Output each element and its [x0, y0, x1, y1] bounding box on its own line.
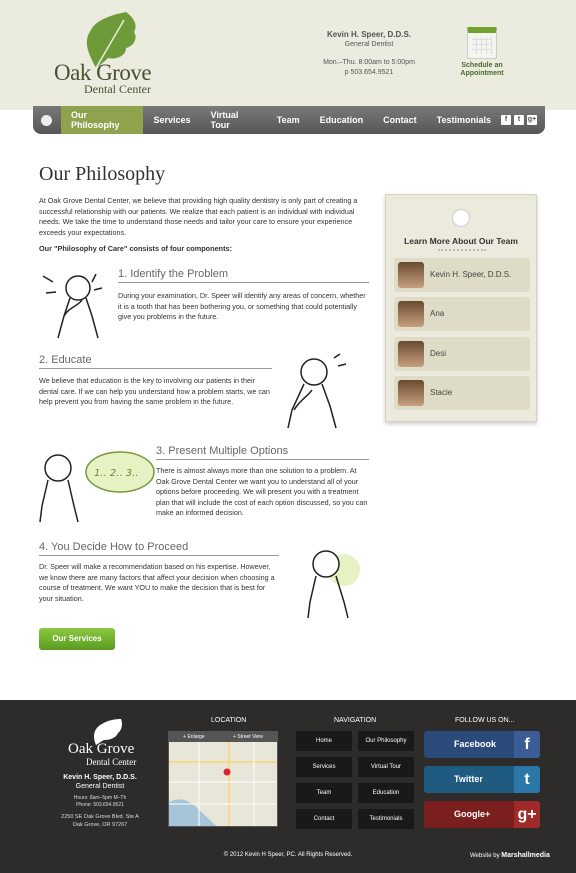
footer-logo-text[interactable]: Oak Grove	[68, 741, 134, 758]
section-3-text: There is almost always more than one sol…	[156, 466, 368, 517]
footer-nav-services[interactable]: Services	[296, 757, 352, 777]
speaking-man-illustration: 1.. 2.. 3..	[39, 451, 155, 523]
footer-nav-our-philosophy[interactable]: Our Philosophy	[358, 731, 414, 751]
nav-social-links: f t g+	[501, 115, 537, 125]
footer-doctor-title: General Dentist	[75, 783, 125, 790]
footer-doctor: Kevin H. Speer, D.D.S. General Dentist	[50, 773, 150, 791]
nav-our-philosophy[interactable]: Our Philosophy	[60, 106, 144, 134]
website-by-label: Website by	[470, 853, 500, 859]
team-member-name: Kevin H. Speer, D.D.S.	[430, 270, 512, 279]
map-street-view-link[interactable]: + Street View	[233, 734, 263, 740]
follow-heading: FOLLOW US ON...	[455, 717, 515, 724]
divider	[438, 249, 486, 251]
components-heading: Our "Philosophy of Care" consists of fou…	[39, 244, 233, 253]
team-member-name: Desi	[430, 349, 447, 358]
map-pin-icon	[223, 768, 231, 776]
doctor-title: General Dentist	[344, 41, 394, 48]
team-member-name: Stacie	[430, 388, 453, 397]
section-4-text: Dr. Speer will make a recommendation bas…	[39, 562, 275, 603]
avatar	[398, 380, 424, 406]
location-heading: LOCATION	[211, 717, 247, 724]
section-2-text: We believe that education is the key to …	[39, 376, 270, 406]
nav-testimonials[interactable]: Testimonials	[427, 106, 501, 134]
twitter-icon[interactable]: t	[514, 115, 524, 125]
footer-address-line1: 2250 SE Oak Grove Blvd. Ste A	[61, 814, 139, 820]
section-4-heading: 4. You Decide How to Proceed	[39, 541, 279, 556]
speech-bubble-text: 1.. 2.. 3..	[94, 468, 139, 479]
schedule-label: Schedule an Appointment	[460, 62, 504, 77]
footer-nav: Home Our Philosophy Services Virtual Tou…	[296, 731, 414, 829]
google-plus-label: Google+	[454, 809, 491, 819]
team-member-name: Ana	[430, 309, 445, 318]
facebook-label: Facebook	[454, 739, 497, 749]
facebook-icon: f	[514, 731, 540, 758]
nav-education[interactable]: Education	[310, 106, 374, 134]
navigation-heading: NAVIGATION	[334, 717, 377, 724]
nav-team[interactable]: Team	[267, 106, 310, 134]
phone-number: p 503.654.9521	[344, 69, 394, 76]
team-member-stacie[interactable]: Stacie	[394, 376, 530, 410]
our-services-button[interactable]: Our Services	[39, 628, 115, 650]
pondering-man-illustration	[287, 353, 347, 429]
header-contact: Kevin H. Speer, D.D.S. General Dentist M…	[300, 30, 438, 78]
website-credit[interactable]: Website by Marshallmedia	[470, 852, 550, 859]
facebook-button[interactable]: Facebook f	[424, 731, 540, 758]
footer-nav-testimonials[interactable]: Testimonials	[358, 809, 414, 829]
team-panel-title: Learn More About Our Team	[404, 236, 518, 246]
section-3-heading: 3. Present Multiple Options	[156, 445, 369, 460]
nav-contact[interactable]: Contact	[373, 106, 427, 134]
agency-logo: Marshallmedia	[501, 852, 550, 859]
footer-nav-education[interactable]: Education	[358, 783, 414, 803]
footer-nav-home[interactable]: Home	[296, 731, 352, 751]
footer-nav-contact[interactable]: Contact	[296, 809, 352, 829]
avatar	[398, 301, 424, 327]
schedule-appointment-button[interactable]: Schedule an Appointment	[456, 27, 508, 78]
facebook-icon[interactable]: f	[501, 115, 511, 125]
map-image	[169, 742, 277, 826]
google-plus-icon: g+	[514, 801, 540, 828]
calendar-icon	[467, 27, 497, 59]
nav-virtual-tour[interactable]: Virtual Tour	[200, 106, 266, 134]
team-member-kevin[interactable]: Kevin H. Speer, D.D.S.	[394, 258, 530, 292]
office-hours: Mon.–Thu. 8:00am to 5:00pm	[323, 59, 415, 66]
home-button[interactable]	[33, 106, 61, 134]
logo-subtext[interactable]: Dental Center	[84, 82, 151, 97]
section-1-text: During your examination, Dr. Speer will …	[118, 291, 366, 321]
footer-address: 2250 SE Oak Grove Blvd. Ste A Oak Grove,…	[50, 813, 150, 829]
footer-hours-text: Hours: 8am–5pm M–Th	[73, 795, 127, 801]
footer-hours: Hours: 8am–5pm M–Th Phone: 503.654.9521	[50, 795, 150, 809]
thinking-man-illustration	[42, 273, 103, 339]
main-nav: Our Philosophy Services Virtual Tour Tea…	[33, 106, 545, 134]
footer-logo-subtext[interactable]: Dental Center	[86, 757, 136, 767]
footer-nav-virtual-tour[interactable]: Virtual Tour	[358, 757, 414, 777]
twitter-label: Twitter	[454, 774, 483, 784]
google-plus-button[interactable]: Google+ g+	[424, 801, 540, 828]
home-icon	[41, 114, 53, 126]
google-plus-icon[interactable]: g+	[527, 115, 537, 125]
team-panel: Learn More About Our Team Kevin H. Speer…	[385, 194, 537, 422]
doctor-name: Kevin H. Speer, D.D.S.	[326, 30, 412, 39]
smiling-man-illustration	[307, 550, 360, 619]
map-enlarge-link[interactable]: + Enlarge	[183, 734, 205, 740]
footer-nav-team[interactable]: Team	[296, 783, 352, 803]
team-member-ana[interactable]: Ana	[394, 297, 530, 331]
footer-address-line2: Oak Grove, OR 97267	[72, 822, 128, 828]
location-map[interactable]: + Enlarge + Street View	[168, 731, 278, 827]
page-title: Our Philosophy	[39, 163, 166, 185]
map-toolbar: + Enlarge + Street View	[169, 732, 277, 742]
nav-services[interactable]: Services	[143, 106, 200, 134]
avatar	[398, 341, 424, 367]
twitter-icon: t	[514, 766, 540, 793]
footer-doctor-name: Kevin H. Speer, D.D.S.	[63, 774, 137, 781]
footer-phone: Phone: 503.654.9521	[76, 802, 124, 808]
section-1-heading: 1. Identify the Problem	[118, 268, 369, 283]
header: Oak Grove Dental Center Kevin H. Speer, …	[0, 0, 576, 110]
intro-paragraph: At Oak Grove Dental Center, we believe t…	[39, 196, 358, 237]
team-member-desi[interactable]: Desi	[394, 337, 530, 371]
section-2-heading: 2. Educate	[39, 354, 272, 369]
twitter-button[interactable]: Twitter t	[424, 766, 540, 793]
avatar	[398, 262, 424, 288]
tooth-icon	[452, 209, 470, 227]
